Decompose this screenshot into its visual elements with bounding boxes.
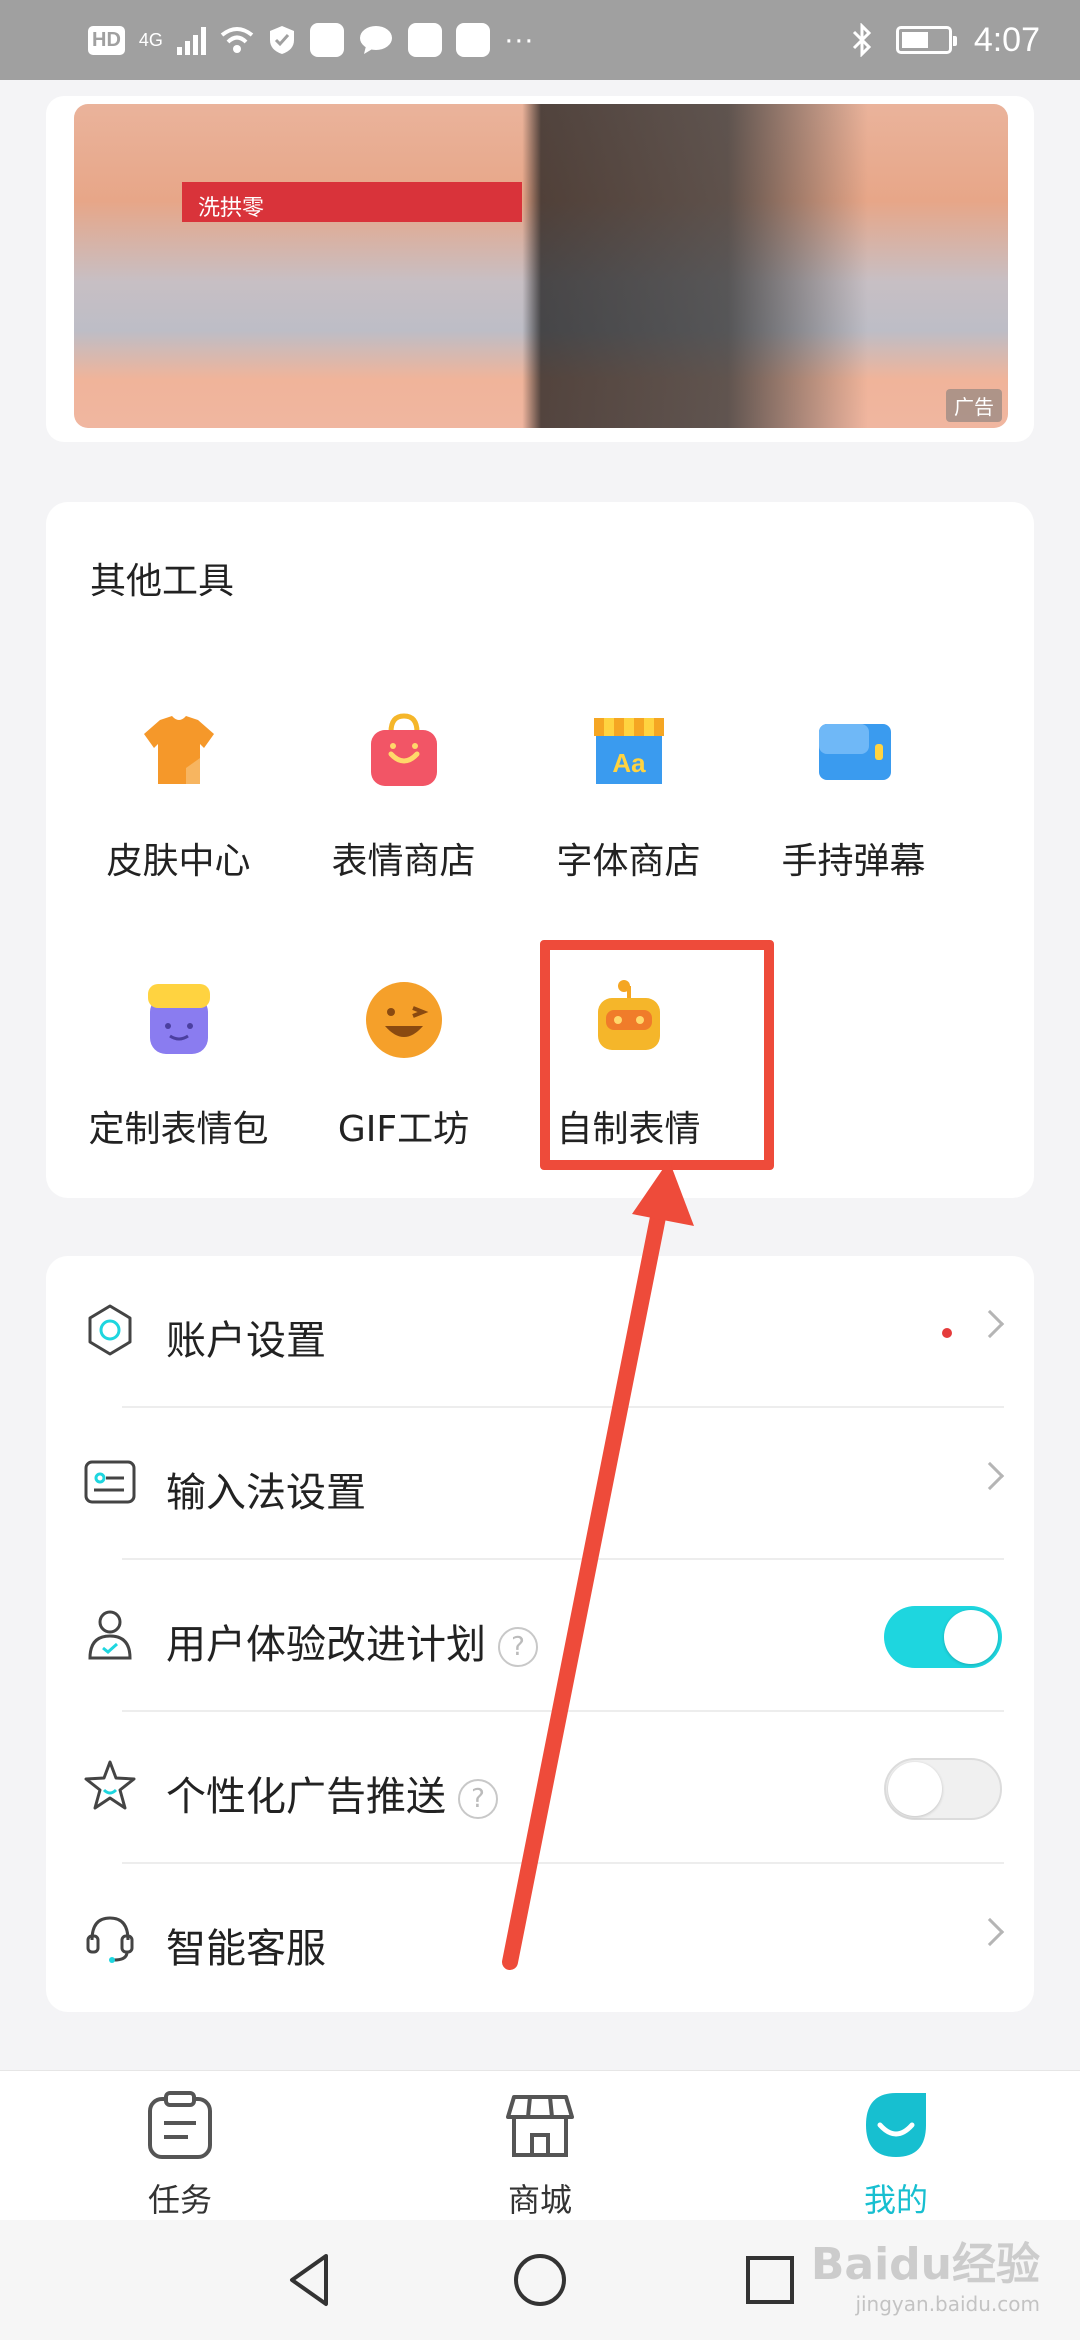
tool-label: 字体商店 [556, 841, 701, 882]
handheld-barrage-icon [819, 724, 891, 780]
wifi-icon [220, 27, 254, 53]
account-settings-icon [88, 1304, 132, 1356]
row-label: 账户设置 [166, 1318, 326, 1364]
store-icon [506, 2095, 574, 2157]
row-account-settings[interactable]: 账户设置 [46, 1256, 1034, 1408]
watermark-brand: Baidu经验 [810, 2239, 1040, 2290]
row-label: 用户体验改进计划? [166, 1612, 538, 1670]
status-bar: HD 4G ··· 4:07 [0, 0, 1080, 80]
settings-card: 账户设置 输入法设置 用户体验改进计划? 个性化广告推送? 智能客服 [46, 1256, 1034, 2012]
tool-skin-center[interactable]: 皮肤中心 [66, 710, 291, 882]
row-label-text: 用户体验改进计划 [166, 1622, 486, 1668]
keyboard-settings-icon [84, 1460, 136, 1504]
status-left: HD 4G ··· [88, 18, 534, 62]
shopping-bag-icon [371, 713, 437, 786]
clock: 4:07 [973, 20, 1040, 59]
ad-image[interactable]: 洗拱零 广告 [74, 104, 1008, 428]
profile-drop-icon [866, 2093, 926, 2157]
tool-handheld-barrage[interactable]: 手持弹幕 [741, 710, 966, 882]
chat-bubble-icon [359, 26, 392, 54]
nav-mine[interactable]: 我的 [796, 2081, 996, 2221]
highlight-box [540, 940, 774, 1170]
user-experience-toggle[interactable] [884, 1606, 1002, 1668]
nav-label: 商城 [507, 2181, 572, 2219]
row-label: 输入法设置 [166, 1470, 366, 1516]
tool-sticker-store[interactable]: 表情商店 [291, 710, 516, 882]
row-personalized-ads: 个性化广告推送? [46, 1712, 1034, 1864]
ad-blurred-text: 洗拱零 [198, 196, 265, 221]
row-label: 个性化广告推送? [166, 1764, 498, 1822]
nav-label: 我的 [863, 2181, 928, 2219]
bulb-app-icon [455, 23, 490, 57]
headset-icon [86, 1916, 134, 1963]
watermark: Baidu经验 jingyan.baidu.com [811, 2228, 1040, 2316]
nav-tasks[interactable]: 任务 [80, 2081, 280, 2221]
bluetooth-icon [852, 23, 871, 57]
tool-label: 定制表情包 [88, 1109, 269, 1150]
star-face-icon [84, 1760, 136, 1810]
network-type: 4G [138, 29, 163, 50]
toggle-knob [888, 1762, 942, 1816]
status-right: 4:07 [850, 18, 1040, 62]
tool-custom-sticker-pack[interactable]: 定制表情包 [66, 978, 291, 1150]
home-icon[interactable] [510, 2250, 570, 2310]
bottom-nav: 任务 商城 我的 [0, 2070, 1080, 2220]
row-user-experience-program: 用户体验改进计划? [46, 1560, 1034, 1712]
back-icon[interactable] [280, 2250, 340, 2310]
user-experience-icon [88, 1610, 132, 1660]
recents-icon[interactable] [740, 2250, 800, 2310]
ad-red-bar: 洗拱零 [182, 182, 522, 222]
tool-gif-workshop[interactable]: GIF工坊 [291, 978, 516, 1150]
hd-badge: HD [88, 25, 125, 55]
svg-text:Aa: Aa [612, 748, 646, 778]
help-icon[interactable]: ? [498, 1627, 538, 1667]
chevron-right-icon [975, 1917, 1005, 1947]
shirt-icon [144, 716, 214, 784]
toggle-knob [944, 1610, 998, 1664]
watermark-url: jingyan.baidu.com [855, 2292, 1040, 2316]
help-icon[interactable]: ? [458, 1779, 498, 1819]
row-label: 智能客服 [166, 1926, 326, 1972]
custom-sticker-icon [148, 984, 210, 1054]
font-store-icon: Aa [594, 718, 664, 784]
gif-workshop-icon [366, 982, 442, 1058]
music-app-icon [309, 23, 344, 57]
tool-font-store[interactable]: Aa 字体商店 [516, 710, 741, 882]
notification-dot [942, 1328, 952, 1338]
row-input-method-settings[interactable]: 输入法设置 [46, 1408, 1034, 1560]
tool-label: 手持弹幕 [781, 841, 926, 882]
app-notification-icon [407, 23, 442, 57]
shield-icon [269, 26, 294, 54]
tool-label: 表情商店 [331, 841, 476, 882]
tool-label: GIF工坊 [337, 1109, 470, 1150]
chevron-right-icon [975, 1309, 1005, 1339]
tools-title: 其他工具 [90, 561, 235, 602]
nav-store[interactable]: 商城 [440, 2081, 640, 2221]
battery-icon [895, 26, 957, 54]
personalized-ads-toggle[interactable] [884, 1758, 1002, 1820]
chevron-right-icon [975, 1461, 1005, 1491]
tool-label: 皮肤中心 [106, 841, 251, 882]
more-notifications-icon: ··· [503, 23, 534, 56]
clipboard-icon [148, 2091, 212, 2159]
row-label-text: 个性化广告推送 [166, 1774, 446, 1820]
row-smart-customer-service[interactable]: 智能客服 [46, 1864, 1034, 2016]
ad-tag: 广告 [946, 389, 1002, 422]
signal-bars-icon [176, 25, 206, 55]
nav-label: 任务 [147, 2181, 212, 2219]
